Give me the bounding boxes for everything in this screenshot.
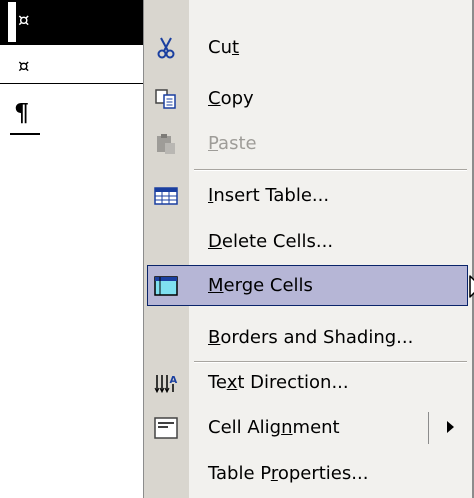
copy-icon [154,87,178,111]
submenu-divider [428,412,429,444]
menu-item-label: Merge Cells [208,275,313,296]
menu-item-label: Delete Cells... [208,231,334,252]
paragraph-underline [10,133,40,135]
end-of-cell-mark-row2: ¤ [18,56,30,77]
cell-alignment-icon [154,416,178,440]
menu-item-text-direction[interactable]: A Text Direction... [144,361,471,405]
menu-item-label: Paste [208,133,257,154]
menu-item-label: Borders and Shading... [208,327,414,348]
menu-item-label: Text Direction... [208,372,349,393]
menu-item-label: Insert Table... [208,185,330,206]
merge-cells-icon [154,274,178,298]
menu-item-label: Copy [208,88,254,109]
menu-item-copy[interactable]: Copy [144,77,471,121]
menu-item-label: Cell Alignment [208,417,340,438]
selected-cell-gap [8,2,16,42]
paste-icon [154,132,178,156]
context-menu: Cut Copy Paste Insert Table... Delete Ce… [143,0,474,498]
insert-table-icon [154,184,178,208]
menu-item-insert-table[interactable]: Insert Table... [144,174,471,218]
menu-item-cut[interactable]: Cut [144,26,471,70]
menu-item-borders-shading[interactable]: Borders and Shading... [144,316,471,360]
menu-item-cell-alignment[interactable]: Cell Alignment [144,406,471,450]
text-direction-icon: A [154,371,178,395]
submenu-arrow-icon[interactable] [447,421,454,433]
menu-item-label: Table Properties... [208,463,369,484]
paragraph-mark: ¶ [14,98,30,127]
menu-item-table-properties[interactable]: Table Properties... [144,452,471,496]
mouse-pointer-icon [469,275,474,307]
menu-item-label: Cut [208,37,240,58]
end-of-cell-mark: ¤ [18,10,30,31]
menu-item-delete-cells[interactable]: Delete Cells... [144,220,471,264]
scissors-icon [154,36,178,60]
menu-item-paste[interactable]: Paste [144,122,471,166]
menu-item-merge-cells[interactable]: Merge Cells [144,264,471,308]
menu-separator [194,169,467,171]
